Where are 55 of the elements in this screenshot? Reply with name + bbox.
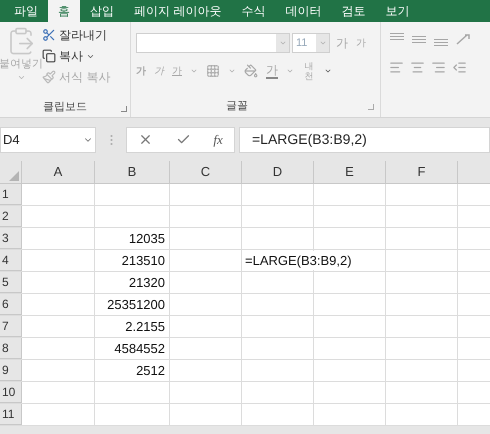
dialog-launcher-icon[interactable] [368, 104, 374, 110]
scissors-icon[interactable] [42, 28, 56, 42]
cell-value: 2.2155 [125, 318, 165, 336]
row-header[interactable]: 5 [0, 272, 22, 293]
ribbon-tab[interactable]: 파일 [4, 0, 48, 22]
column-header[interactable]: C [170, 161, 242, 183]
divider-dots-icon [110, 134, 112, 146]
insert-function-button[interactable]: fx [213, 130, 223, 150]
row-header[interactable]: 10 [0, 382, 22, 403]
row-header[interactable]: 11 [0, 404, 22, 425]
cell-value: 21320 [128, 274, 165, 292]
ribbon-tab[interactable]: 홈 [48, 0, 80, 22]
row-header[interactable]: 1 [0, 184, 22, 205]
column-header[interactable]: D [242, 161, 314, 183]
caret-icon[interactable] [324, 67, 332, 75]
ribbon-tab[interactable]: 페이지 레이아웃 [124, 0, 232, 22]
decrease-indent-icon[interactable] [452, 60, 467, 75]
cell-value: 213510 [122, 252, 165, 270]
align-left-icon[interactable] [389, 60, 404, 75]
row-header[interactable]: 3 [0, 228, 22, 249]
align-center-icon[interactable] [410, 60, 425, 75]
borders-icon[interactable] [206, 64, 220, 78]
row-header[interactable]: 9 [0, 360, 22, 381]
cell-value: 12035 [128, 230, 165, 248]
ribbon-tab[interactable]: 데이터 [275, 0, 332, 22]
cell-value: 4584552 [114, 340, 165, 358]
align-right-icon[interactable] [431, 60, 446, 75]
group-label: 클립보드 [43, 100, 87, 115]
ribbon-tab[interactable]: 수식 [231, 0, 276, 22]
dialog-launcher-icon[interactable] [121, 106, 127, 112]
name-box[interactable]: D4 [0, 126, 96, 152]
orientation-icon[interactable] [455, 32, 473, 46]
ribbon-tab[interactable]: 검토 [331, 0, 376, 22]
column-header[interactable]: B [95, 161, 170, 183]
cell-value: 2512 [136, 362, 165, 380]
row-header[interactable]: 7 [0, 316, 22, 337]
cell-value: 25351200 [107, 296, 165, 314]
formula-field[interactable]: =LARGE(B3:B9,2) [239, 126, 490, 152]
copy-icon[interactable] [42, 49, 56, 63]
cell-value: =LARGE(B3:B9,2) [245, 250, 352, 270]
column-header[interactable]: A [22, 161, 95, 183]
brush-icon[interactable] [42, 70, 56, 84]
copy-label[interactable]: 복사 [59, 47, 83, 65]
row-header[interactable]: 2 [0, 206, 22, 227]
row-header[interactable]: 6 [0, 294, 22, 315]
column-header[interactable]: E [314, 161, 386, 183]
column-header[interactable]: F [386, 161, 458, 183]
group-label: 글꼴 [226, 98, 248, 114]
fill-color-icon[interactable] [244, 64, 258, 78]
cut-label[interactable]: 잘라내기 [59, 26, 107, 44]
row-header[interactable]: 4 [0, 250, 22, 271]
ribbon-tab[interactable]: 삽입 [80, 0, 124, 22]
ribbon-tab[interactable]: 보기 [375, 0, 420, 22]
font-name-field[interactable] [136, 33, 290, 53]
row-header[interactable]: 8 [0, 338, 22, 359]
